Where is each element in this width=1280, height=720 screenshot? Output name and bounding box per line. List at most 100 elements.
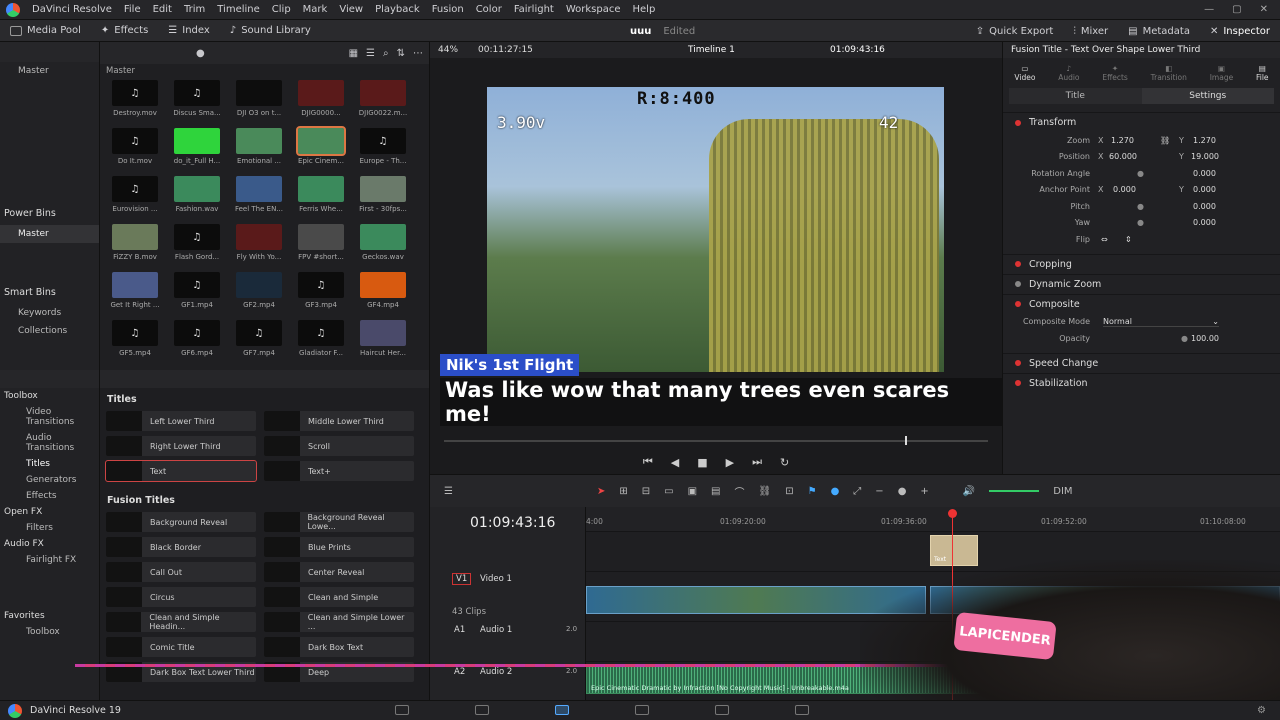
rotation-slider-icon[interactable]: ● [1137,169,1144,178]
marker-icon[interactable]: ● [831,486,840,497]
dynamic-zoom-section[interactable]: Dynamic Zoom [1003,273,1280,294]
link-icon[interactable]: ⛓ [1160,136,1170,145]
enable-dot-icon[interactable] [1015,119,1021,126]
grid-view-icon[interactable]: ▦ [349,48,358,59]
media-page-icon[interactable] [395,705,409,715]
media-clip[interactable]: FiZZY B.mov [104,222,166,270]
metadata-button[interactable]: ▤ Metadata [1118,20,1200,42]
effect-item[interactable]: Blue Prints [264,537,414,557]
fxnav-filters[interactable]: Filters [0,520,99,536]
dim-button[interactable]: DIM [1053,486,1072,497]
fxnav-audio-transitions[interactable]: Audio Transitions [0,430,99,456]
fxnav-effects[interactable]: Effects [0,488,99,504]
subtab-title[interactable]: Title [1009,88,1142,104]
effect-item[interactable]: Clean and Simple Headin... [106,612,256,632]
media-clip[interactable]: do_it_Full H... [166,126,228,174]
media-clip[interactable]: First - 30fps... [352,174,414,222]
media-clip[interactable]: ♫ GF1.mp4 [166,270,228,318]
play-icon[interactable]: ▶ [726,456,734,469]
anchor-x-value[interactable]: 0.000 [1113,185,1136,194]
insert-clip-icon[interactable]: ▭ [664,486,673,497]
media-clip[interactable]: FPV #short... [290,222,352,270]
media-clip[interactable]: Get It Right ... [104,270,166,318]
trim-tool-icon[interactable]: ⊞ [619,486,627,497]
tab-audio[interactable]: ♪ Audio [1058,64,1079,82]
stop-icon[interactable]: ■ [697,456,707,469]
menu-edit[interactable]: Edit [147,4,178,15]
media-clip[interactable]: ♫ Flash Gord... [166,222,228,270]
sound-library-button[interactable]: ♪ Sound Library [220,25,321,36]
media-clip[interactable]: Haircut Her... [352,318,414,366]
media-clip[interactable]: ♫ GF7.mp4 [228,318,290,366]
zoom-y-value[interactable]: 1.270 [1193,136,1216,145]
list-view-icon[interactable]: ☰ [366,48,375,59]
position-x-value[interactable]: 60.000 [1109,152,1137,161]
menu-clip[interactable]: Clip [266,4,297,15]
loop-icon[interactable]: ↻ [780,456,789,469]
media-clip[interactable]: ♫ Eurovision ... [104,174,166,222]
menu-fairlight[interactable]: Fairlight [508,4,560,15]
volume-icon[interactable]: 🔊 [963,486,975,497]
effect-item[interactable]: Clean and Simple Lower ... [264,612,414,632]
menu-mark[interactable]: Mark [297,4,334,15]
a1-track-label[interactable]: A1 [454,625,465,635]
speed-dot-icon[interactable] [1015,360,1021,366]
a2-track-label[interactable]: A2 [454,667,465,677]
link-clips-icon[interactable]: ⛓ [759,486,772,497]
maximize-icon[interactable]: ▢ [1232,4,1241,15]
cropping-section[interactable]: Cropping [1003,253,1280,274]
media-clip[interactable]: Fashion.wav [166,174,228,222]
media-clip[interactable]: Emotional ... [228,126,290,174]
close-icon[interactable]: ✕ [1260,4,1268,15]
bin-master[interactable]: Master [0,62,99,80]
zoom-out-icon[interactable]: − [875,486,883,497]
smart-bin-collections[interactable]: Collections [0,322,99,340]
smart-bin-keywords[interactable]: Keywords [0,304,99,322]
index-button[interactable]: ☰ Index [158,25,220,36]
tab-transition[interactable]: ◧ Transition [1151,64,1187,82]
menu-fusion[interactable]: Fusion [426,4,470,15]
menu-view[interactable]: View [333,4,369,15]
zoom-slider-icon[interactable]: ● [898,486,907,497]
tab-effects[interactable]: ✦ Effects [1102,64,1128,82]
viewer-zoom[interactable]: 44% [438,45,458,55]
more-icon[interactable]: ⋯ [413,48,423,59]
media-clip[interactable]: ♫ Do It.mov [104,126,166,174]
effect-item[interactable]: Comic Title [106,637,256,657]
quick-export-button[interactable]: ⇪ Quick Export [966,20,1064,42]
fxnav-open-fx[interactable]: Open FX [0,504,99,520]
lock-icon[interactable]: ⊡ [785,486,793,497]
fxnav-fairlight-fx[interactable]: Fairlight FX [0,552,99,568]
zoom-x-value[interactable]: 1.270 [1111,136,1134,145]
yaw-slider-icon[interactable]: ● [1137,218,1144,227]
jump-start-icon[interactable]: ⏮ [643,455,653,469]
effect-item[interactable]: Clean and Simple [264,587,414,607]
video-frame[interactable]: R:8:400 3.90v 42 [487,87,944,372]
flip-vertical-icon[interactable]: ⇕ [1125,235,1132,244]
v1-track-label[interactable]: V1 [452,573,472,585]
selection-tool-icon[interactable]: ➤ [597,486,605,497]
media-clip[interactable]: ♫ Discus Sma... [166,78,228,126]
media-clip[interactable]: Fly With Yo... [228,222,290,270]
effect-item[interactable]: Black Border [106,537,256,557]
blade-tool-icon[interactable]: ⊟ [642,486,650,497]
fxnav-favorites-toolbox[interactable]: Toolbox [0,624,99,640]
fxnav-toolbox[interactable]: Toolbox [0,388,99,404]
snapping-icon[interactable]: ⌒ [735,484,745,499]
slider-icon[interactable]: ● [196,48,205,59]
anchor-y-value[interactable]: 0.000 [1193,185,1216,194]
position-y-value[interactable]: 19.000 [1191,152,1219,161]
cut-page-icon[interactable] [475,705,489,715]
settings-gear-icon[interactable]: ⚙ [1257,705,1266,716]
volume-slider[interactable] [989,490,1040,492]
jump-end-icon[interactable]: ⏭ [752,455,762,469]
tab-video[interactable]: ▭ Video [1014,64,1035,82]
effect-item[interactable]: Dark Box Text [264,637,414,657]
rotation-value[interactable]: 0.000 [1193,169,1216,178]
replace-clip-icon[interactable]: ▤ [711,486,720,497]
media-clip[interactable]: ♫ Europe - Th... [352,126,414,174]
cropping-dot-icon[interactable] [1015,261,1021,267]
media-clip[interactable]: DJIG0000... [290,78,352,126]
media-clip[interactable]: Epic Cinem... [290,126,352,174]
timeline-options-icon[interactable]: ☰ [444,486,453,497]
